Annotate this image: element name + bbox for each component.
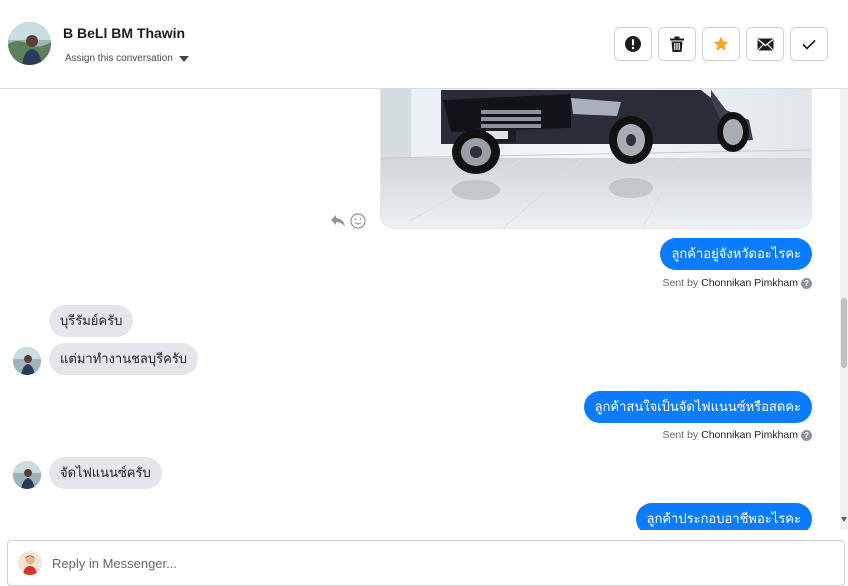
- help-icon[interactable]: ?: [801, 429, 812, 441]
- trash-icon: [670, 36, 684, 52]
- star-icon: [713, 36, 729, 51]
- emoji-reaction-icon[interactable]: [350, 213, 366, 229]
- sent-by-name: Chonnikan Pimkham: [701, 277, 798, 289]
- sent-by-label: Sent by Chonnikan Pimkham ?: [662, 429, 812, 441]
- incoming-message[interactable]: แต่มาทำงานชลบุรีครับ: [49, 343, 199, 375]
- sent-by-name: Chonnikan Pimkham: [701, 429, 798, 441]
- reply-composer: [7, 540, 845, 586]
- assign-conversation-dropdown[interactable]: Assign this conversation: [65, 53, 189, 64]
- reply-icon[interactable]: [330, 214, 346, 228]
- contact-avatar[interactable]: [8, 22, 51, 65]
- star-button[interactable]: [702, 27, 740, 61]
- sent-by-prefix: Sent by: [662, 277, 699, 289]
- outgoing-message[interactable]: ลูกค้าอยู่จังหวัดอะไรคะ: [660, 238, 812, 270]
- conversation-header: B BeLl BM Thawin Assign this conversatio…: [0, 0, 848, 89]
- incoming-message[interactable]: บุรีรัมย์ครับ: [49, 305, 134, 337]
- outgoing-message[interactable]: ลูกค้าสนใจเป็นจัดไฟแนนซ์หรือสดคะ: [583, 391, 812, 423]
- chevron-down-icon: [178, 55, 189, 62]
- message-thread[interactable]: ลูกค้าอยู่จังหวัดอะไรคะ Sent by Chonnika…: [0, 89, 840, 530]
- incoming-message[interactable]: จัดไฟแนนซ์ครับ: [49, 457, 162, 489]
- car-photo-attachment[interactable]: [380, 89, 812, 229]
- reply-input[interactable]: [52, 553, 752, 573]
- mark-spam-button[interactable]: [614, 27, 652, 61]
- help-icon[interactable]: ?: [801, 277, 812, 289]
- scroll-down-arrow-icon[interactable]: [841, 517, 847, 522]
- scrollbar-thumb[interactable]: [841, 298, 847, 368]
- outgoing-message[interactable]: ลูกค้าประกอบอาชีพอะไรคะ: [635, 503, 812, 530]
- assign-label: Assign this conversation: [65, 53, 173, 64]
- contact-name: B BeLl BM Thawin: [63, 25, 186, 41]
- delete-button[interactable]: [658, 27, 696, 61]
- header-actions: [614, 27, 828, 61]
- mark-unread-button[interactable]: [746, 27, 784, 61]
- page-avatar: [18, 551, 42, 575]
- check-icon: [802, 39, 816, 50]
- mail-icon: [757, 38, 773, 50]
- alert-icon: [625, 36, 641, 52]
- message-actions: [330, 213, 366, 229]
- contact-avatar-small: [13, 347, 41, 375]
- sent-by-label: Sent by Chonnikan Pimkham ?: [662, 277, 812, 289]
- mark-done-button[interactable]: [790, 27, 828, 61]
- sent-by-prefix: Sent by: [662, 429, 699, 441]
- contact-avatar-small: [13, 461, 41, 489]
